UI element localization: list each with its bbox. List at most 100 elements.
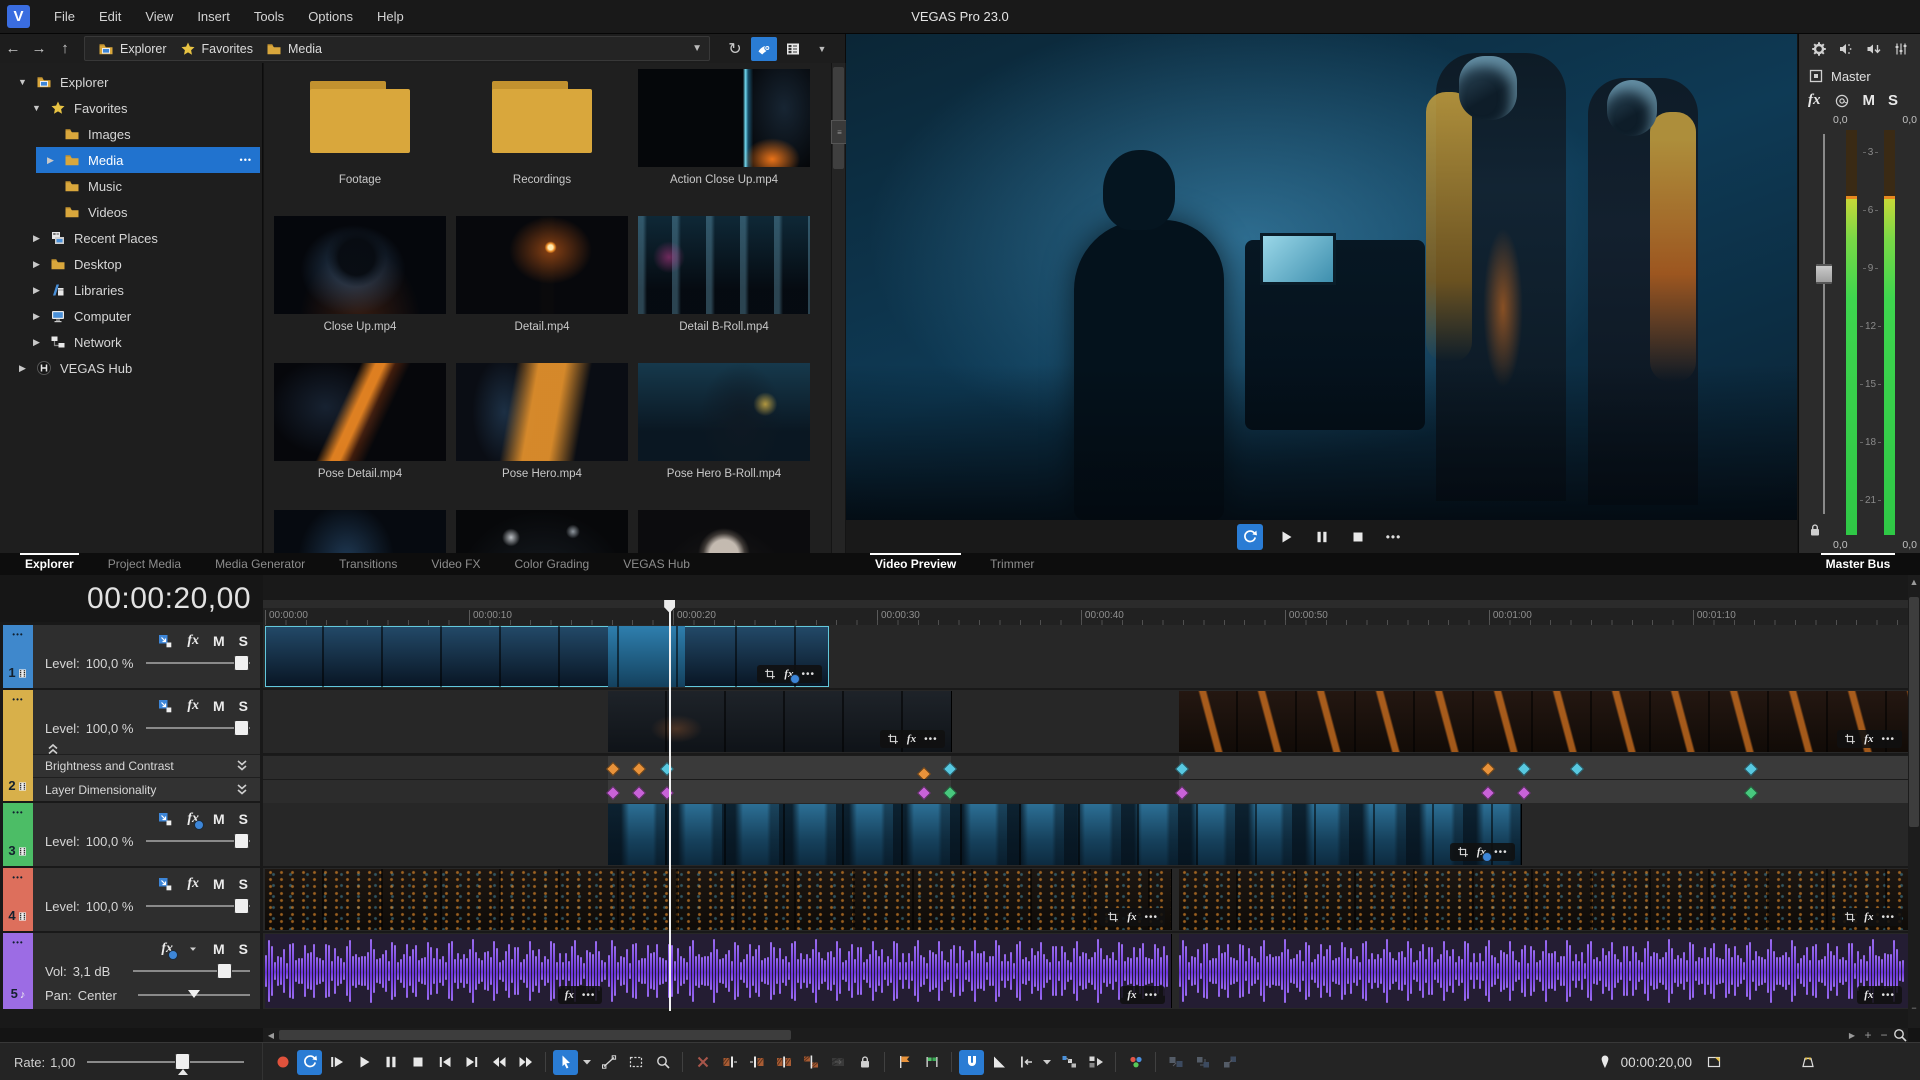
track-header-5[interactable]: •••5♪fxMSVol:3,1 dBPan:Center xyxy=(3,933,260,1009)
preview-pause-button[interactable] xyxy=(1309,524,1335,550)
event-more-button[interactable]: ••• xyxy=(1145,912,1159,923)
forward-button[interactable]: → xyxy=(26,40,52,57)
track-colors-button[interactable] xyxy=(1123,1050,1148,1075)
master-fader-track[interactable] xyxy=(1823,134,1825,514)
preview-play-button[interactable] xyxy=(1273,524,1299,550)
timeline-horizontal-scrollbar[interactable]: ◀ ▶ + − xyxy=(263,1028,1908,1042)
trim-start-button[interactable] xyxy=(717,1050,742,1075)
sidebar-item-more-button[interactable]: ••• xyxy=(240,155,252,165)
event-buttons[interactable]: fx••• xyxy=(1120,986,1165,1004)
compositing-mode-icon[interactable] xyxy=(157,811,173,827)
insert-mode-dropdown-button[interactable] xyxy=(1040,1050,1054,1075)
browser-scrollbar-thumb[interactable] xyxy=(833,67,844,169)
sync-link-button[interactable] xyxy=(1056,1050,1081,1075)
tab-video-fx[interactable]: Video FX xyxy=(414,553,497,575)
video-preview-frame[interactable] xyxy=(846,34,1797,520)
media-item-recordings[interactable]: Recordings xyxy=(454,69,630,186)
tab-vegas-hub[interactable]: VEGAS Hub xyxy=(606,553,707,575)
event-buttons[interactable]: fx••• xyxy=(757,665,822,683)
timeline-zoom-tool-icon[interactable] xyxy=(1892,1028,1908,1042)
sidebar-item-media[interactable]: ▶Media••• xyxy=(0,147,262,173)
master-gear-icon[interactable] xyxy=(1806,37,1832,61)
normal-edit-tool-button[interactable] xyxy=(553,1050,578,1075)
level-slider[interactable] xyxy=(146,656,250,670)
envelope-lane-brightness-and-contrast[interactable] xyxy=(263,755,1908,779)
volume-slider-handle[interactable] xyxy=(217,964,232,978)
event-track4-1[interactable]: fx ••• xyxy=(265,869,1172,930)
event-crop-icon[interactable] xyxy=(1844,733,1856,745)
address-dropdown-icon[interactable]: ▼ xyxy=(692,43,702,54)
pan-slider[interactable] xyxy=(138,988,250,1002)
trim-adjacent-button[interactable] xyxy=(771,1050,796,1075)
media-item-pose-hero-b-roll-mp4[interactable]: Pose Hero B-Roll.mp4 xyxy=(636,363,812,480)
media-item-detail-b-roll-mp4[interactable]: Detail B-Roll.mp4 xyxy=(636,216,812,333)
timeline-zoom-in-button[interactable]: + xyxy=(1860,1028,1876,1042)
sidebar-item-images[interactable]: Images xyxy=(0,121,262,147)
track-more-button[interactable]: ••• xyxy=(3,808,33,817)
track-header-2[interactable]: •••2fxMSLevel:100,0 %Brightness and Cont… xyxy=(3,690,260,801)
event-track5-3[interactable]: fx••• xyxy=(1179,934,1908,1008)
rate-slider[interactable] xyxy=(87,1053,244,1071)
level-slider[interactable] xyxy=(146,721,250,735)
timeline-track-3[interactable]: fx••• xyxy=(263,803,1908,866)
scroll-right-icon[interactable]: ▶ xyxy=(1844,1028,1860,1042)
lock-icon[interactable] xyxy=(1807,522,1823,538)
back-button[interactable]: ← xyxy=(0,40,26,57)
group-selection-button[interactable] xyxy=(1163,1050,1188,1075)
menu-help[interactable]: Help xyxy=(365,1,416,33)
media-item-action-close-up-mp4[interactable]: Action Close Up.mp4 xyxy=(636,69,812,186)
external-monitor-icon[interactable] xyxy=(1706,1054,1722,1070)
timeline-vertical-scrollbar[interactable]: ▲ − xyxy=(1908,575,1920,1028)
track-fx-button[interactable]: fx xyxy=(187,811,199,827)
tab-color-grading[interactable]: Color Grading xyxy=(498,553,607,575)
track-mute-button[interactable]: M xyxy=(213,876,225,892)
trim-end-button[interactable] xyxy=(744,1050,769,1075)
media-item-pose-hero-mp4[interactable]: Pose Hero.mp4 xyxy=(454,363,630,480)
track-solo-button[interactable]: S xyxy=(239,811,248,827)
timeline-ruler[interactable]: 00:00:0000:00:1000:00:2000:00:3000:00:40… xyxy=(263,608,1908,626)
zoom-edit-tool-button[interactable] xyxy=(650,1050,675,1075)
event-buttons[interactable]: fx••• xyxy=(1837,730,1902,748)
menu-edit[interactable]: Edit xyxy=(87,1,133,33)
breadcrumb-explorer[interactable]: Explorer xyxy=(98,41,167,57)
tab-video-preview[interactable]: Video Preview xyxy=(858,553,973,575)
sidebar-item-music[interactable]: Music xyxy=(0,173,262,199)
go-to-end-button[interactable] xyxy=(459,1050,484,1075)
event-buttons[interactable]: fx••• xyxy=(1857,986,1902,1004)
preview-loop-playback-button[interactable] xyxy=(1237,524,1263,550)
tree-closed-arrow-icon[interactable]: ▶ xyxy=(30,337,43,348)
master-mute-button[interactable]: M xyxy=(1863,92,1876,109)
timeline-track-2[interactable]: fx•••fx••• xyxy=(263,690,1908,753)
track-fx-button[interactable]: fx xyxy=(187,698,199,714)
insert-region-button[interactable] xyxy=(919,1050,944,1075)
event-buttons[interactable]: fx••• xyxy=(1837,908,1902,926)
group-ungroup-button[interactable] xyxy=(1190,1050,1215,1075)
event-more-button[interactable]: ••• xyxy=(802,669,816,680)
breadcrumb-favorites[interactable]: Favorites xyxy=(180,41,253,57)
timeline-timecode-display[interactable]: 00:00:20,00 xyxy=(0,575,263,622)
media-item-partial-9[interactable] xyxy=(272,510,448,553)
expand-envelope-icon[interactable] xyxy=(234,782,250,798)
multicamera-button[interactable] xyxy=(1083,1050,1108,1075)
event-buttons[interactable]: fx••• xyxy=(1450,843,1515,861)
track-mute-button[interactable]: M xyxy=(213,811,225,827)
event-fx-button[interactable]: fx xyxy=(1127,911,1136,923)
menu-options[interactable]: Options xyxy=(296,1,365,33)
event-more-button[interactable]: ••• xyxy=(1494,847,1508,858)
track-mute-button[interactable]: M xyxy=(213,633,225,649)
envelope-row-layer-dimensionality[interactable]: Layer Dimensionality xyxy=(33,777,260,801)
master-fader-handle[interactable] xyxy=(1816,264,1832,284)
selection-edit-tool-button[interactable] xyxy=(623,1050,648,1075)
collapse-envelopes-icon[interactable] xyxy=(45,742,61,758)
sidebar-item-computer[interactable]: ▶Computer xyxy=(0,303,262,329)
views-button[interactable] xyxy=(780,37,806,61)
event-track5-2[interactable]: fx••• xyxy=(608,934,1172,1008)
track-height-zoom-out-button[interactable]: − xyxy=(1908,1001,1920,1014)
level-slider[interactable] xyxy=(146,899,250,913)
auto-preview-button[interactable] xyxy=(751,37,777,61)
sidebar-item-favorites[interactable]: ▼Favorites xyxy=(0,95,262,121)
event-fx-button[interactable]: fx xyxy=(1864,733,1873,745)
track-solo-button[interactable]: S xyxy=(239,876,248,892)
event-track1-1[interactable]: fx••• xyxy=(265,626,829,687)
envelope-edit-tool-button[interactable] xyxy=(596,1050,621,1075)
